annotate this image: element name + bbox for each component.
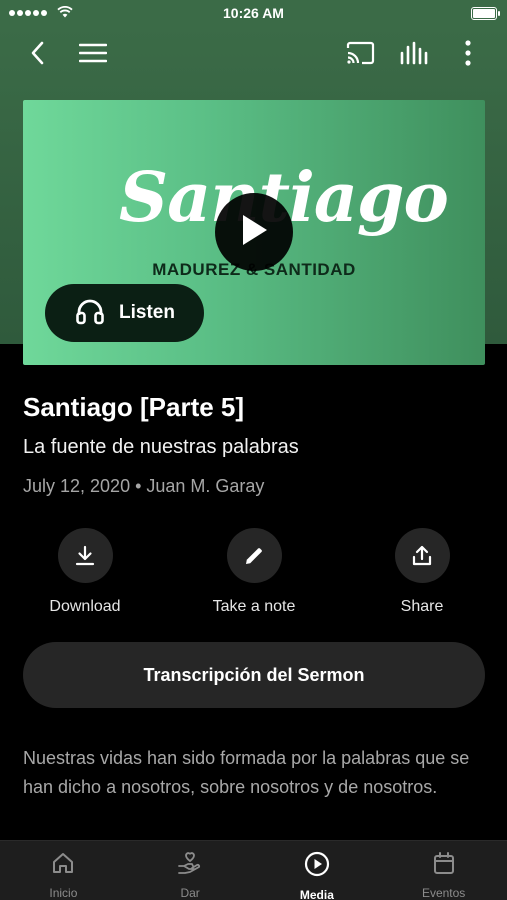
sermon-title: Santiago [Parte 5] xyxy=(23,392,245,422)
sermon-meta: July 12, 2020 • Juan M. Garay xyxy=(23,476,265,496)
tab-eventos[interactable]: Eventos xyxy=(380,841,507,900)
home-icon xyxy=(51,851,75,880)
share-icon xyxy=(394,528,450,583)
play-circle-icon xyxy=(304,851,330,882)
tab-dar[interactable]: Dar xyxy=(127,841,254,900)
pencil-icon xyxy=(226,528,282,583)
more-vertical-icon[interactable] xyxy=(452,37,484,69)
audio-levels-icon[interactable] xyxy=(398,37,430,69)
download-label: Download xyxy=(49,598,121,615)
tab-bar: Inicio Dar Media Eventos xyxy=(0,840,507,900)
take-note-label: Take a note xyxy=(212,598,296,615)
download-icon xyxy=(57,528,113,583)
give-hand-heart-icon xyxy=(177,851,203,880)
share-label: Share xyxy=(400,598,444,615)
tab-inicio[interactable]: Inicio xyxy=(0,841,127,900)
play-button[interactable] xyxy=(215,193,293,271)
sermon-description: Nuestras vidas han sido formada por la p… xyxy=(23,748,470,797)
tab-eventos-label: Eventos xyxy=(421,886,466,900)
status-bar: 10:26 AM xyxy=(0,0,507,26)
tab-media-label: Media xyxy=(299,888,334,900)
tab-media[interactable]: Media xyxy=(254,841,381,900)
status-time: 10:26 AM xyxy=(223,5,284,21)
take-note-button[interactable]: Take a note xyxy=(194,528,314,616)
transcript-button[interactable]: Transcripción del Sermon xyxy=(23,642,485,708)
battery-icon xyxy=(471,7,500,20)
menu-icon[interactable] xyxy=(77,37,109,69)
listen-label: Listen xyxy=(119,302,175,323)
listen-button[interactable]: Listen xyxy=(45,284,204,342)
headphones-icon xyxy=(75,297,105,330)
tab-dar-label: Dar xyxy=(180,886,200,900)
cast-icon[interactable] xyxy=(344,37,376,69)
play-icon xyxy=(239,213,269,252)
nav-bar xyxy=(0,26,507,80)
back-arrow-icon[interactable] xyxy=(22,37,54,69)
sermon-artwork: Santiago MADUREZ & SANTIDAD Listen xyxy=(23,100,485,365)
calendar-icon xyxy=(432,851,456,880)
sermon-subtitle: La fuente de nuestras palabras xyxy=(23,436,299,458)
tab-inicio-label: Inicio xyxy=(49,886,78,900)
download-button[interactable]: Download xyxy=(25,528,145,616)
share-button[interactable]: Share xyxy=(362,528,482,616)
